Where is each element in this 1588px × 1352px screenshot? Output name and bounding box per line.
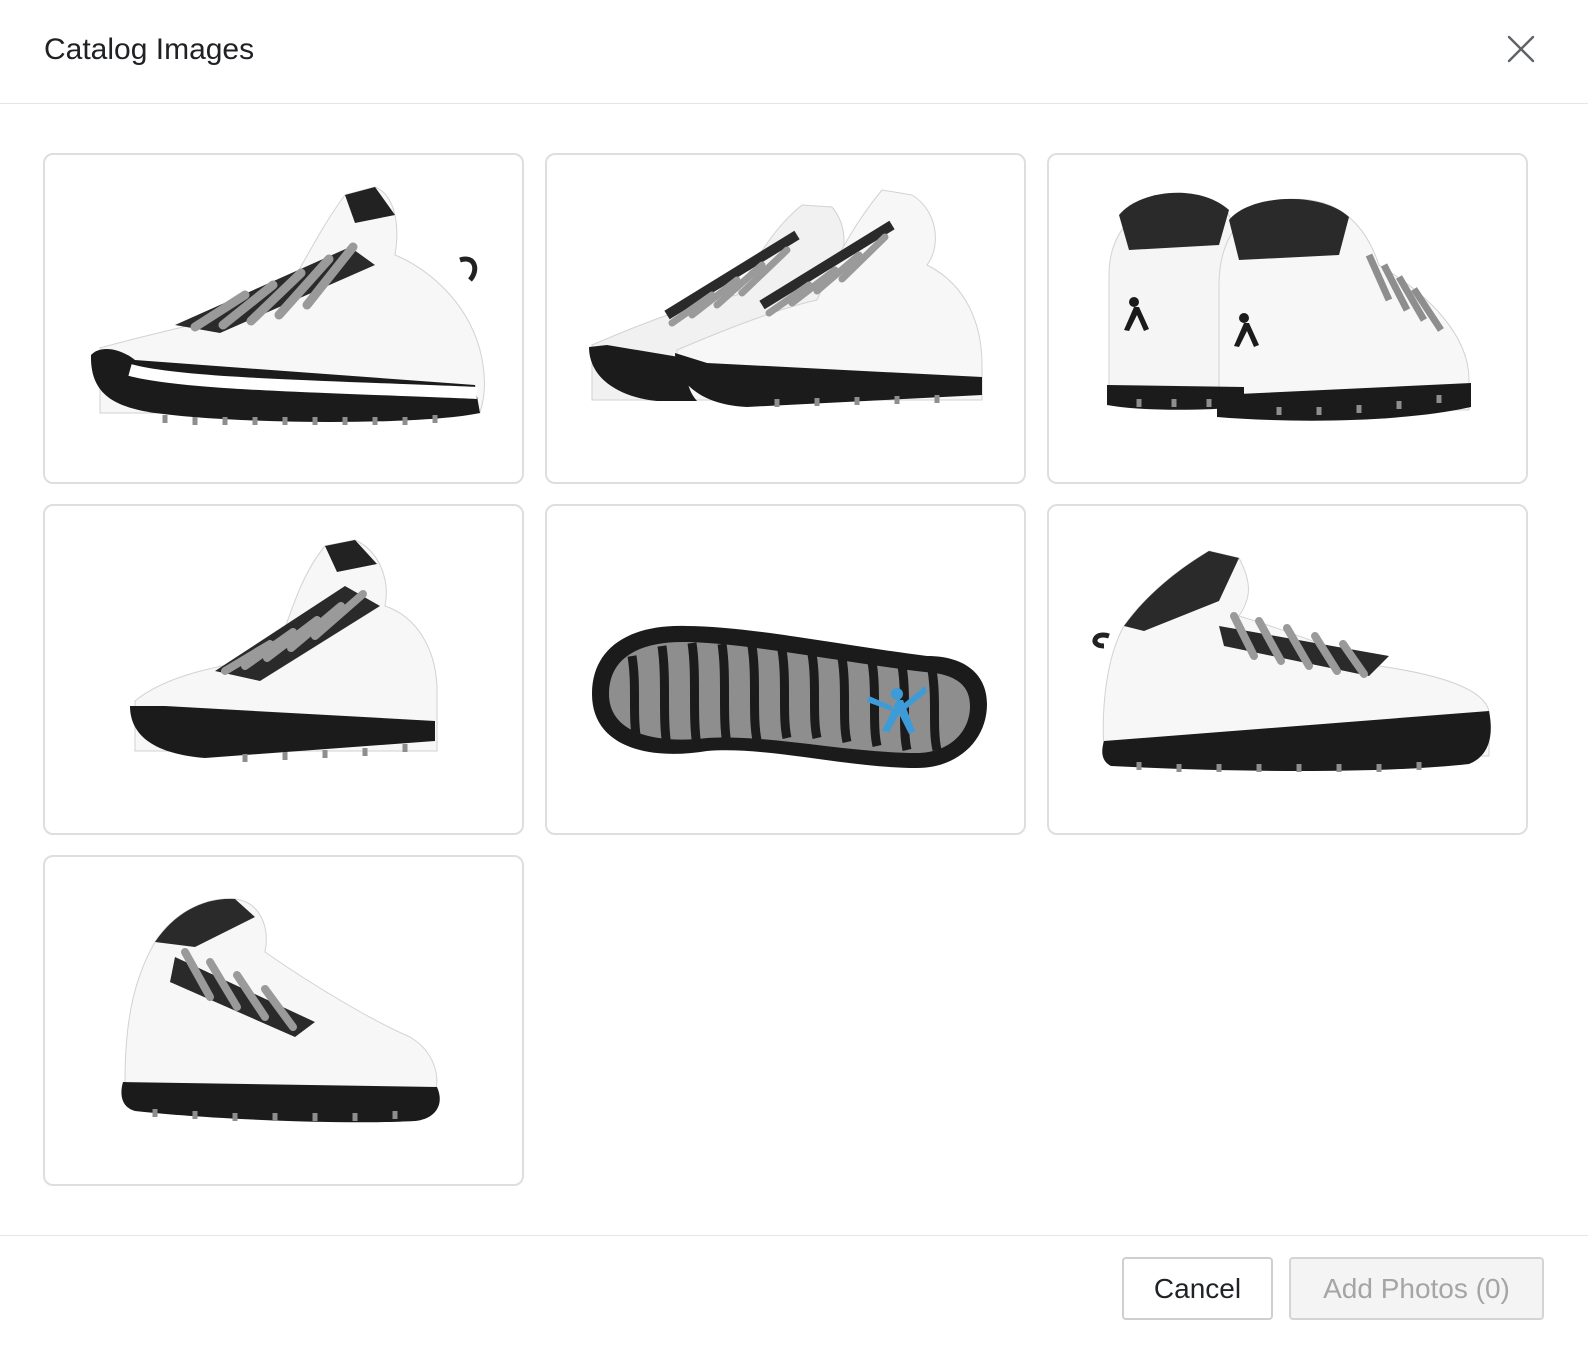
sneaker-outsole-image <box>592 625 987 768</box>
image-tile-3[interactable] <box>1047 153 1528 484</box>
dialog-header: Catalog Images <box>0 0 1588 104</box>
sneaker-toe-angle-image <box>121 898 440 1123</box>
sneaker-pair-image <box>589 189 983 407</box>
sneaker-medial-image <box>1092 550 1491 772</box>
sneaker-rear-image <box>1107 192 1471 421</box>
image-tile-1[interactable] <box>43 153 524 484</box>
sneaker-front-angle-image <box>130 539 438 762</box>
close-icon <box>1507 35 1535 68</box>
close-button[interactable] <box>1500 32 1542 70</box>
sneaker-side-image <box>90 186 485 425</box>
image-grid <box>43 153 1529 1187</box>
dialog-footer: Cancel Add Photos (0) <box>0 1235 1588 1352</box>
image-tile-2[interactable] <box>545 153 1026 484</box>
add-photos-button[interactable]: Add Photos (0) <box>1289 1257 1544 1320</box>
image-tile-7[interactable] <box>43 855 524 1186</box>
image-tile-5[interactable] <box>545 504 1026 835</box>
image-tile-6[interactable] <box>1047 504 1528 835</box>
dialog-title: Catalog Images <box>44 33 255 66</box>
image-tile-4[interactable] <box>43 504 524 835</box>
catalog-images-dialog: Catalog Images Cancel Add Photos (0) <box>0 0 1588 1352</box>
cancel-button[interactable]: Cancel <box>1122 1257 1273 1320</box>
